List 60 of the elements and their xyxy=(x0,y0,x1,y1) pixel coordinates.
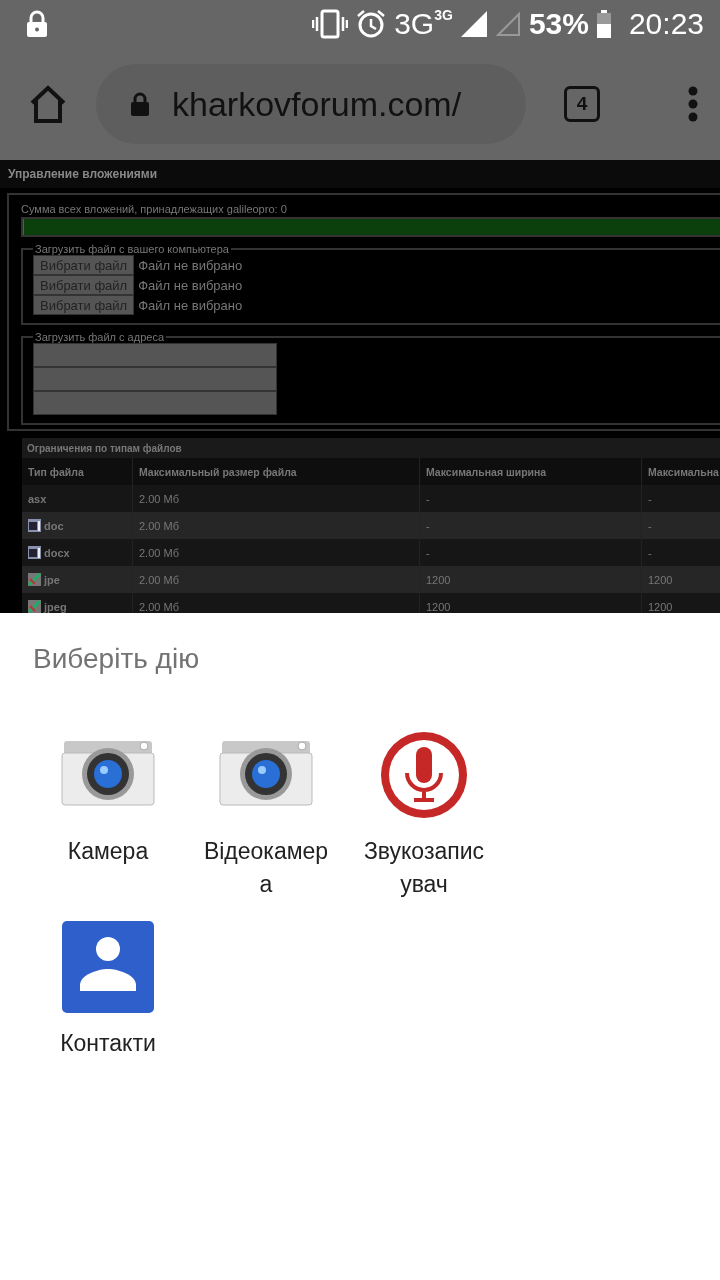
table-cell: 2.00 Мб xyxy=(133,539,420,566)
app-option[interactable]: Звукозаписувач xyxy=(345,727,503,901)
signal-icon xyxy=(460,11,487,37)
lock-icon xyxy=(130,92,150,116)
section-legend: Загрузить файл с вашего компьютера xyxy=(33,243,231,255)
menu-icon[interactable] xyxy=(688,86,698,122)
table-cell: 1200 xyxy=(642,593,720,613)
table-cell: 2.00 Мб xyxy=(133,485,420,512)
image-icon xyxy=(28,573,41,586)
table-cell: - xyxy=(420,539,642,566)
file-status: Файл не вибрано xyxy=(138,277,243,293)
file-type: doc xyxy=(44,519,64,532)
alarm-icon xyxy=(356,9,387,39)
address-bar[interactable]: kharkovforum.com/ xyxy=(96,64,526,144)
network-type: 3G xyxy=(434,7,453,23)
contact-icon xyxy=(60,919,156,1015)
table-title: Ограничения по типам файлов xyxy=(22,438,720,458)
app-option[interactable]: Камера xyxy=(29,727,187,901)
table-cell: - xyxy=(642,539,720,566)
table-cell: 1200 xyxy=(420,566,642,593)
sheet-title: Виберіть дію xyxy=(32,642,201,675)
document-icon xyxy=(28,546,41,559)
table-cell: - xyxy=(642,512,720,539)
file-status: Файл не вибрано xyxy=(138,297,243,313)
file-type: docx xyxy=(44,546,70,559)
home-icon[interactable] xyxy=(28,85,68,123)
vibrate-icon xyxy=(312,9,349,39)
file-type: jpe xyxy=(44,573,60,586)
lock-icon xyxy=(26,10,48,38)
app-option[interactable]: Контакти xyxy=(29,919,187,1060)
section-legend: Загрузить файл с адреса xyxy=(33,331,166,343)
image-icon xyxy=(28,600,41,613)
clock: 20:23 xyxy=(628,7,704,41)
file-type: jpeg xyxy=(44,600,67,613)
url-field[interactable] xyxy=(33,367,277,391)
panel-title: Управление вложениями xyxy=(0,160,720,188)
table-cell: 2.00 Мб xyxy=(133,593,420,613)
network-type: 3G xyxy=(394,7,435,41)
table-cell: - xyxy=(420,512,642,539)
app-option[interactable]: Відеокамера xyxy=(187,727,345,901)
url-field[interactable] xyxy=(33,343,277,367)
file-status: Файл не вибрано xyxy=(138,257,243,273)
usage-label: Сумма всех вложений, принадлежащих galileopro: 0 xyxy=(21,203,288,215)
table-cell: 2.00 Мб xyxy=(133,566,420,593)
battery-percent: 53% xyxy=(528,7,589,41)
signal-icon xyxy=(494,11,521,37)
column-header: Максимальная ширина xyxy=(420,458,642,485)
column-header: Максимальный размер файла xyxy=(133,458,420,485)
document-icon xyxy=(28,519,41,532)
column-header: Максимальна xyxy=(642,458,720,485)
url-field[interactable] xyxy=(33,391,277,415)
battery-icon xyxy=(596,10,611,38)
table-cell: 1200 xyxy=(642,566,720,593)
table-cell: - xyxy=(420,485,642,512)
tab-count-button[interactable]: 4 xyxy=(564,86,600,122)
table-cell: - xyxy=(642,485,720,512)
column-header: Тип файла xyxy=(22,458,133,485)
table-cell: 1200 xyxy=(420,593,642,613)
table-cell: 2.00 Мб xyxy=(133,512,420,539)
file-type: asx xyxy=(28,492,47,505)
